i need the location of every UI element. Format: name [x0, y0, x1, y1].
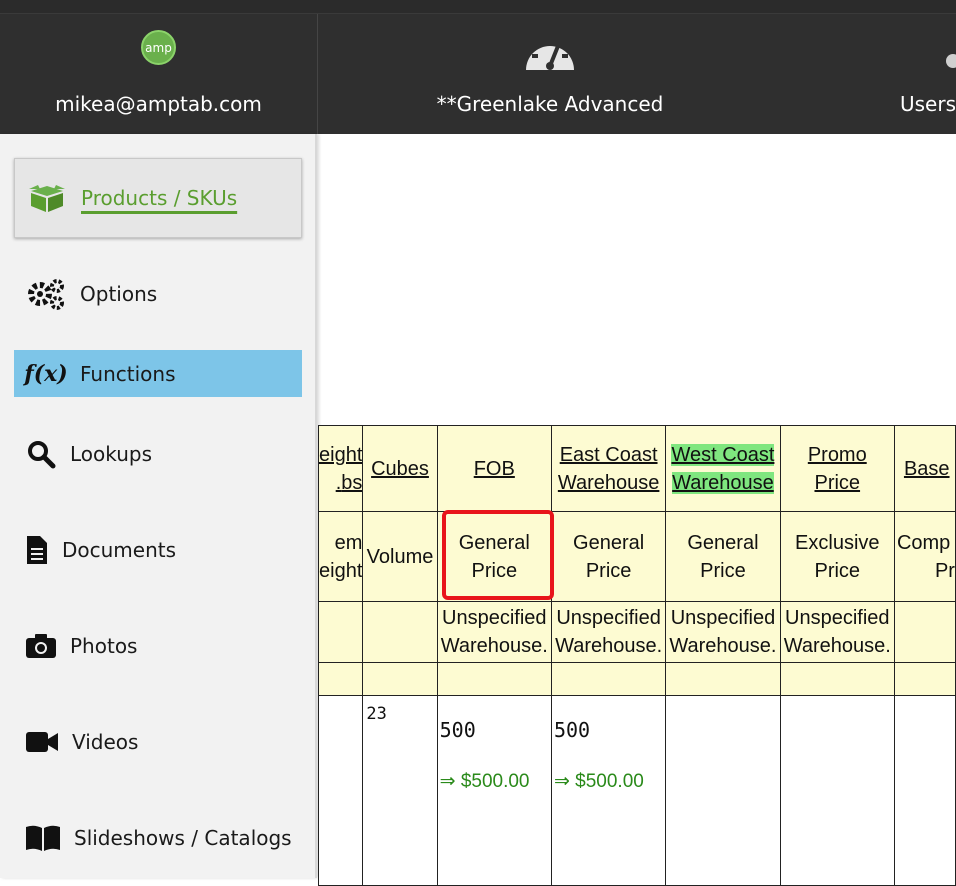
- table-row: 23 500 ⇒ $500.00 500 ⇒ $500.00: [317, 695, 956, 886]
- header-link-line1[interactable]: Promo: [808, 444, 867, 466]
- dashboard-gauge-icon: [526, 38, 574, 70]
- sidebar-item-products-skus[interactable]: Products / SKUs: [14, 158, 302, 238]
- column-header-east-coast-warehouse[interactable]: East Coast Warehouse: [550, 425, 667, 512]
- column-header-row: eight bs. Cubes FOB East Coast Warehouse W…: [317, 425, 956, 512]
- type-cell-weight: em eight: [317, 511, 364, 602]
- camera-icon: [24, 633, 58, 659]
- sidebar-item-label: Functions: [80, 361, 176, 386]
- spacer-row: [317, 662, 956, 696]
- document-icon: [24, 535, 50, 565]
- east-coast-value: 500: [553, 718, 591, 742]
- fob-computed-price: ⇒ $500.00: [439, 771, 530, 792]
- type-cell-cubes: Volume: [362, 511, 438, 602]
- header-link-line2[interactable]: bs.: [336, 472, 362, 494]
- header-link-line1[interactable]: West Coast: [671, 444, 774, 466]
- header-link-line1[interactable]: East Coast: [560, 444, 658, 466]
- type-cell-east-coast: General Price: [550, 511, 667, 602]
- amp-logo-icon: amp: [141, 30, 176, 65]
- east-coast-computed-price: ⇒ $500.00: [553, 771, 644, 792]
- sidebar-item-label: Options: [80, 282, 158, 306]
- sidebar-item-label: Slideshows / Catalogs: [74, 826, 292, 850]
- type-cell-fob: General Price: [436, 511, 552, 602]
- type-cell-base: Comp Pr: [893, 511, 956, 602]
- header-link-line1[interactable]: eight: [320, 444, 362, 466]
- sidebar-item-documents[interactable]: Documents: [14, 530, 302, 570]
- sidebar-item-label: Photos: [70, 634, 138, 658]
- warehouse-cell: [317, 601, 364, 663]
- users-menu[interactable]: Users: [880, 14, 956, 134]
- sidebar: Products / SKUs Options f(x) Functions L…: [0, 134, 317, 878]
- column-header-base[interactable]: Base: [893, 425, 956, 512]
- column-header-weight[interactable]: eight bs.: [317, 425, 364, 512]
- header-link-line2[interactable]: Warehouse: [672, 472, 774, 494]
- column-header-cubes[interactable]: Cubes: [362, 425, 438, 512]
- warehouse-cell: Unspecified Warehouse.: [436, 601, 552, 663]
- function-icon: f(x): [24, 360, 68, 387]
- sidebar-item-options[interactable]: Options: [14, 274, 302, 314]
- data-cell-promo[interactable]: [779, 695, 895, 886]
- window-top-strip: [0, 0, 956, 14]
- search-icon: [24, 439, 58, 469]
- header-link[interactable]: FOB: [474, 458, 515, 480]
- column-header-promo-price[interactable]: Promo Price: [779, 425, 895, 512]
- sidebar-item-label: Products / SKUs: [81, 186, 238, 210]
- sidebar-item-slideshows-catalogs[interactable]: Slideshows / Catalogs: [14, 818, 302, 858]
- warehouse-cell: [893, 601, 956, 663]
- app-name: **Greenlake Advanced: [436, 92, 664, 116]
- header-link-line2[interactable]: Price: [814, 472, 860, 494]
- top-navigation-bar: amp mikea@amptab.com **Greenlake Advance…: [0, 14, 956, 134]
- user-email: mikea@amptab.com: [55, 92, 262, 116]
- header-link[interactable]: Base: [904, 458, 950, 480]
- users-icon: [946, 54, 956, 68]
- gears-icon: [24, 278, 68, 310]
- data-cell-west-coast[interactable]: [665, 695, 781, 886]
- book-icon: [24, 824, 62, 852]
- column-type-row: em eight Volume General Price General Price…: [317, 511, 956, 602]
- sidebar-item-videos[interactable]: Videos: [14, 722, 302, 762]
- box-icon: [25, 183, 69, 213]
- sidebar-item-label: Videos: [72, 730, 139, 754]
- sidebar-item-label: Lookups: [70, 442, 153, 466]
- user-account-menu[interactable]: amp mikea@amptab.com: [0, 14, 317, 134]
- warehouse-cell: [362, 601, 438, 663]
- header-link[interactable]: Cubes: [371, 458, 429, 480]
- column-header-west-coast-warehouse[interactable]: West Coast Warehouse: [665, 425, 781, 512]
- header-link-line2[interactable]: Warehouse: [558, 472, 660, 494]
- fob-value: 500: [439, 718, 476, 742]
- column-header-fob[interactable]: FOB: [436, 425, 552, 512]
- sidebar-item-photos[interactable]: Photos: [14, 626, 302, 666]
- data-cell-weight[interactable]: [317, 695, 364, 886]
- warehouse-cell: Unspecified Warehouse.: [779, 601, 895, 663]
- data-cell-east-coast[interactable]: 500 ⇒ $500.00: [550, 695, 667, 886]
- sku-pricing-table: eight bs. Cubes FOB East Coast Warehouse W…: [317, 425, 956, 886]
- warehouse-cell: Unspecified Warehouse.: [665, 601, 781, 663]
- warehouse-cell: Unspecified Warehouse.: [550, 601, 667, 663]
- type-cell-west-coast: General Price: [665, 511, 781, 602]
- video-icon: [24, 731, 60, 753]
- sidebar-item-lookups[interactable]: Lookups: [14, 434, 302, 474]
- data-cell-fob[interactable]: 500 ⇒ $500.00: [436, 695, 552, 886]
- type-cell-promo: Exclusive Price: [779, 511, 895, 602]
- data-cell-cubes[interactable]: 23: [362, 695, 438, 886]
- users-label: Users: [900, 92, 956, 116]
- sidebar-item-functions[interactable]: f(x) Functions: [14, 350, 302, 397]
- data-cell-base[interactable]: [893, 695, 956, 886]
- warehouse-row: Unspecified Warehouse. Unspecified Wareh…: [317, 601, 956, 663]
- sidebar-item-label: Documents: [62, 538, 177, 562]
